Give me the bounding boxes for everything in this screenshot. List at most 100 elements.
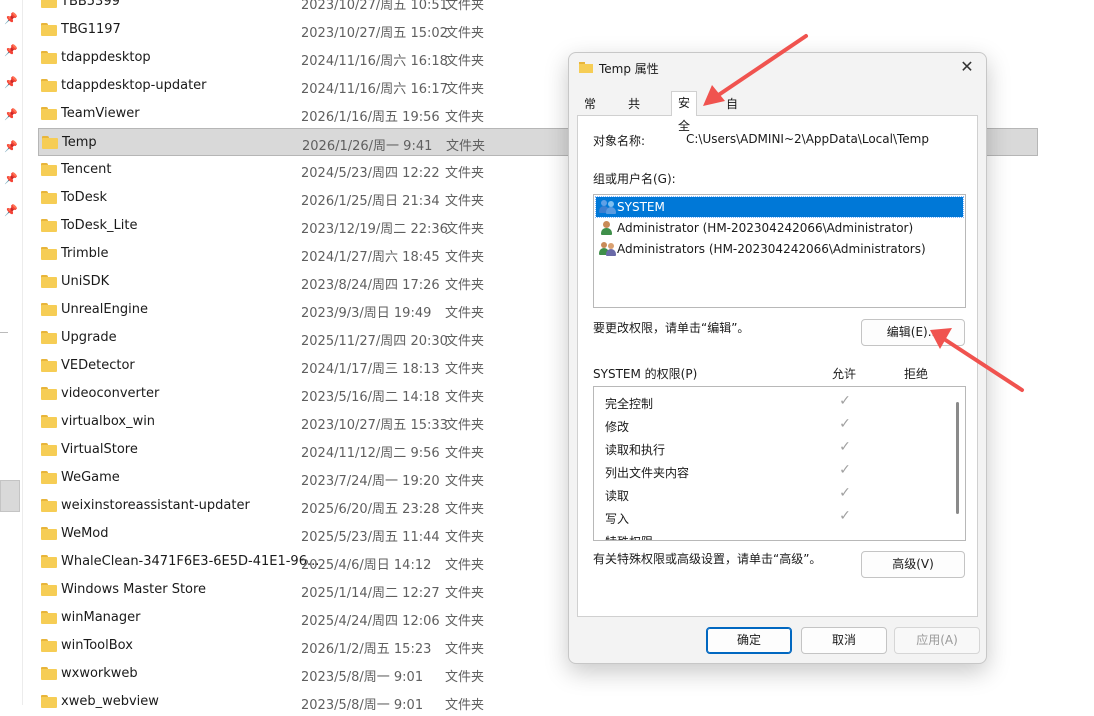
edit-button[interactable]: 编辑(E)... xyxy=(861,319,965,346)
file-name: VEDetector xyxy=(61,358,135,373)
apply-button[interactable]: 应用(A) xyxy=(894,627,980,654)
file-row[interactable]: TBG1197 2023/10/27/周五 15:02 文件夹 xyxy=(38,16,568,44)
user-item-administrator[interactable]: Administrator (HM-202304242066\Administr… xyxy=(596,218,963,238)
file-name: xweb_webview xyxy=(61,694,159,709)
cancel-button[interactable]: 取消 xyxy=(801,627,887,654)
file-row[interactable]: weixinstoreassistant-updater 2025/6/20/周五… xyxy=(38,492,568,520)
file-row[interactable]: VirtualStore 2024/11/12/周二 9:56 文件夹 xyxy=(38,436,568,464)
pin-icon[interactable]: 📌 xyxy=(4,109,18,121)
file-row[interactable]: virtualbox_win 2023/10/27/周五 15:33 文件夹 xyxy=(38,408,568,436)
file-name: TBG1197 xyxy=(61,22,121,37)
permissions-list[interactable]: 完全控制 ✓ 修改 ✓ 读取和执行 ✓ 列出文件夹内容 ✓ 读取 ✓ 写入 ✓ 特殊权限 xyxy=(593,386,966,541)
file-name: wxworkweb xyxy=(61,666,138,681)
scrollbar[interactable] xyxy=(956,402,959,514)
folder-icon xyxy=(41,695,57,708)
pin-icon[interactable]: 📌 xyxy=(4,173,18,185)
file-date: 2025/11/27/周四 20:30 xyxy=(301,334,448,349)
file-row[interactable]: UnrealEngine 2023/9/3/周日 19:49 文件夹 xyxy=(38,296,568,324)
file-date: 2023/7/24/周一 19:20 xyxy=(301,474,440,489)
file-row[interactable]: Tencent 2024/5/23/周四 12:22 文件夹 xyxy=(38,156,568,184)
close-icon[interactable]: ✕ xyxy=(956,57,978,77)
deny-header: 拒绝 xyxy=(904,367,929,381)
file-row[interactable]: Trimble 2024/1/27/周六 18:45 文件夹 xyxy=(38,240,568,268)
folder-icon xyxy=(41,51,57,64)
file-row[interactable]: xweb_webview 2023/5/8/周一 9:01 文件夹 xyxy=(38,688,568,716)
folder-icon xyxy=(579,62,593,73)
users-listbox[interactable]: SYSTEM Administrator (HM-202304242066\Ad… xyxy=(593,194,966,308)
file-name: weixinstoreassistant-updater xyxy=(61,498,250,513)
file-row[interactable]: videoconverter 2023/5/16/周二 14:18 文件夹 xyxy=(38,380,568,408)
file-type: 文件夹 xyxy=(445,474,485,489)
file-date: 2023/12/19/周二 22:36 xyxy=(301,222,448,237)
tab-sharing[interactable]: 共享 xyxy=(622,94,646,131)
tab-customize[interactable]: 自定义 xyxy=(720,94,744,151)
file-date: 2025/1/14/周二 12:27 xyxy=(301,586,440,601)
file-row[interactable]: tdappdesktop-updater 2024/11/16/周六 16:17 文… xyxy=(38,72,568,100)
file-type: 文件夹 xyxy=(445,642,485,657)
folder-icon xyxy=(41,639,57,652)
ok-button[interactable]: 确定 xyxy=(706,627,792,654)
folder-icon xyxy=(41,555,57,568)
file-type: 文件夹 xyxy=(445,670,485,685)
pin-icon[interactable]: 📌 xyxy=(4,205,18,217)
file-row[interactable]: ToDesk_Lite 2023/12/19/周二 22:36 文件夹 xyxy=(38,212,568,240)
file-type: 文件夹 xyxy=(445,26,485,41)
folder-icon xyxy=(41,247,57,260)
file-row[interactable]: WeGame 2023/7/24/周一 19:20 文件夹 xyxy=(38,464,568,492)
file-row[interactable]: wxworkweb 2023/5/8/周一 9:01 文件夹 xyxy=(38,660,568,688)
file-row[interactable]: WeMod 2025/5/23/周五 11:44 文件夹 xyxy=(38,520,568,548)
user-name: Administrator (HM-202304242066\Administr… xyxy=(617,221,914,235)
permission-row: 写入 ✓ xyxy=(605,508,945,528)
file-row[interactable]: ToDesk 2026/1/25/周日 21:34 文件夹 xyxy=(38,184,568,212)
file-row[interactable]: VEDetector 2024/1/17/周三 18:13 文件夹 xyxy=(38,352,568,380)
file-name: ToDesk_Lite xyxy=(61,218,138,233)
file-row[interactable]: TBB5399 2023/10/27/周五 10:51 文件夹 xyxy=(38,0,568,16)
user-name: SYSTEM xyxy=(617,200,665,214)
folder-icon xyxy=(41,191,57,204)
file-date: 2023/10/27/周五 15:33 xyxy=(301,418,448,433)
permission-name: 修改 xyxy=(605,420,630,434)
tab-general[interactable]: 常规 xyxy=(578,94,602,131)
file-row[interactable]: tdappdesktop 2024/11/16/周六 16:18 文件夹 xyxy=(38,44,568,72)
file-row[interactable]: UniSDK 2023/8/24/周四 17:26 文件夹 xyxy=(38,268,568,296)
file-type: 文件夹 xyxy=(445,418,485,433)
file-type: 文件夹 xyxy=(445,166,485,181)
file-type: 文件夹 xyxy=(445,278,485,293)
folder-icon xyxy=(41,611,57,624)
object-name-label: 对象名称: xyxy=(593,134,646,148)
file-type: 文件夹 xyxy=(445,558,485,573)
file-type: 文件夹 xyxy=(445,614,485,629)
folder-icon xyxy=(41,23,57,36)
file-row[interactable]: Windows Master Store 2025/1/14/周二 12:27 文件… xyxy=(38,576,568,604)
file-date: 2023/10/27/周五 15:02 xyxy=(301,26,448,41)
user-item-system[interactable]: SYSTEM xyxy=(595,196,964,218)
scrollbar-thumb[interactable] xyxy=(0,480,20,512)
pin-icon[interactable]: 📌 xyxy=(4,13,18,25)
folder-icon xyxy=(41,443,57,456)
folder-icon xyxy=(41,471,57,484)
file-row[interactable]: WhaleClean-3471F6E3-6E5D-41E1-96... 2025/… xyxy=(38,548,568,576)
permissions-label: SYSTEM 的权限(P) xyxy=(593,367,698,381)
pin-icon[interactable]: 📌 xyxy=(4,77,18,89)
file-name: TBB5399 xyxy=(61,0,120,9)
file-type: 文件夹 xyxy=(445,54,485,69)
file-row[interactable]: TeamViewer 2026/1/16/周五 19:56 文件夹 xyxy=(38,100,568,128)
file-name: winToolBox xyxy=(61,638,133,653)
permission-row: 完全控制 ✓ xyxy=(605,393,945,413)
quick-access-pin-column: 📌 📌 📌 📌 📌 📌 📌 xyxy=(0,0,23,705)
file-row[interactable]: winManager 2025/4/24/周四 12:06 文件夹 xyxy=(38,604,568,632)
folder-icon xyxy=(41,359,57,372)
advanced-button[interactable]: 高级(V) xyxy=(861,551,965,578)
file-type: 文件夹 xyxy=(445,222,485,237)
tab-security[interactable]: 安全 xyxy=(671,91,698,133)
users-group-icon xyxy=(599,200,617,214)
user-icon xyxy=(599,221,617,235)
user-item-administrators[interactable]: Administrators (HM-202304242066\Administ… xyxy=(596,239,963,259)
pin-icon[interactable]: 📌 xyxy=(4,141,18,153)
file-row[interactable]: Upgrade 2025/11/27/周四 20:30 文件夹 xyxy=(38,324,568,352)
file-row[interactable]: winToolBox 2026/1/2/周五 15:23 文件夹 xyxy=(38,632,568,660)
file-name: ToDesk xyxy=(61,190,107,205)
file-name: tdappdesktop xyxy=(61,50,151,65)
pin-icon[interactable]: 📌 xyxy=(4,45,18,57)
file-name: VirtualStore xyxy=(61,442,138,457)
